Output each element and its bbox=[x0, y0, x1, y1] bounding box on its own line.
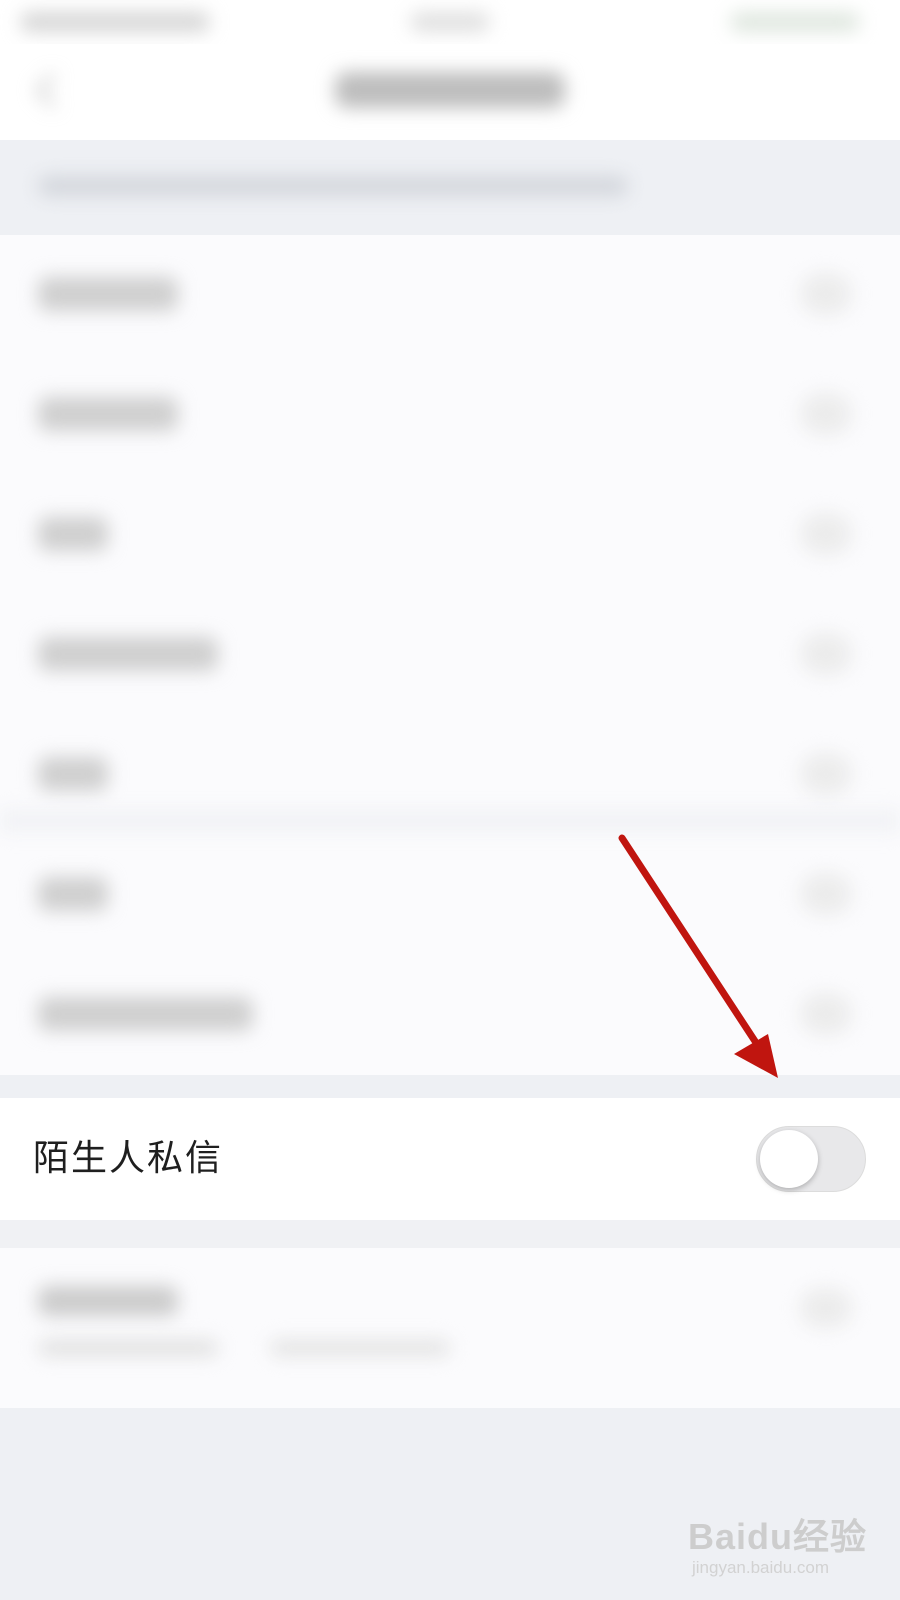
list-item[interactable] bbox=[0, 355, 900, 475]
list-item-subtext-blurred bbox=[38, 1340, 218, 1356]
status-bar-indicators-blurred bbox=[730, 12, 860, 32]
group-separator bbox=[0, 810, 900, 832]
list-item-label-blurred bbox=[38, 997, 253, 1031]
section-header bbox=[0, 140, 900, 235]
list-item[interactable] bbox=[0, 955, 900, 1075]
status-bar-center-blurred bbox=[410, 12, 490, 32]
list-item[interactable] bbox=[0, 595, 900, 715]
watermark-main-text: Baidu经验 bbox=[688, 1516, 868, 1557]
status-bar-time-blurred bbox=[20, 12, 210, 32]
stranger-message-toggle[interactable] bbox=[756, 1126, 866, 1192]
list-item-label-blurred bbox=[38, 517, 108, 551]
baidu-jingyan-watermark: Baidu经验 jingyan.baidu.com bbox=[688, 1500, 888, 1590]
list-item-control-blurred bbox=[800, 1288, 852, 1328]
list-item-control-blurred bbox=[800, 393, 852, 435]
stranger-message-setting-row[interactable]: 陌生人私信 bbox=[0, 1098, 900, 1220]
list-item-label-blurred bbox=[38, 637, 218, 671]
list-item-label-blurred bbox=[38, 757, 108, 791]
status-bar bbox=[0, 0, 900, 44]
navigation-bar bbox=[0, 44, 900, 140]
list-item-label-blurred bbox=[38, 877, 108, 911]
list-item-control-blurred bbox=[800, 513, 852, 555]
group-separator bbox=[0, 1220, 900, 1248]
section-header-text-blurred bbox=[38, 176, 628, 196]
watermark-url-text: jingyan.baidu.com bbox=[692, 1558, 830, 1577]
list-item-control-blurred bbox=[800, 993, 852, 1035]
stranger-message-label: 陌生人私信 bbox=[33, 1138, 224, 1179]
list-item[interactable] bbox=[0, 835, 900, 955]
list-item-label-blurred bbox=[38, 1286, 178, 1316]
list-item-control-blurred bbox=[800, 753, 852, 795]
settings-card-blurred bbox=[0, 1248, 900, 1408]
list-item-label-blurred bbox=[38, 277, 178, 311]
list-item-control-blurred bbox=[800, 873, 852, 915]
list-item-control-blurred bbox=[800, 273, 852, 315]
back-icon[interactable] bbox=[30, 72, 71, 109]
page-title-blurred bbox=[335, 72, 565, 108]
toggle-knob bbox=[760, 1130, 818, 1188]
list-item[interactable] bbox=[0, 475, 900, 595]
list-item[interactable] bbox=[0, 235, 900, 355]
list-item-label-blurred bbox=[38, 397, 178, 431]
list-item-control-blurred bbox=[800, 633, 852, 675]
settings-list-blurred bbox=[0, 235, 900, 1075]
list-item-subtext-blurred bbox=[270, 1340, 450, 1356]
